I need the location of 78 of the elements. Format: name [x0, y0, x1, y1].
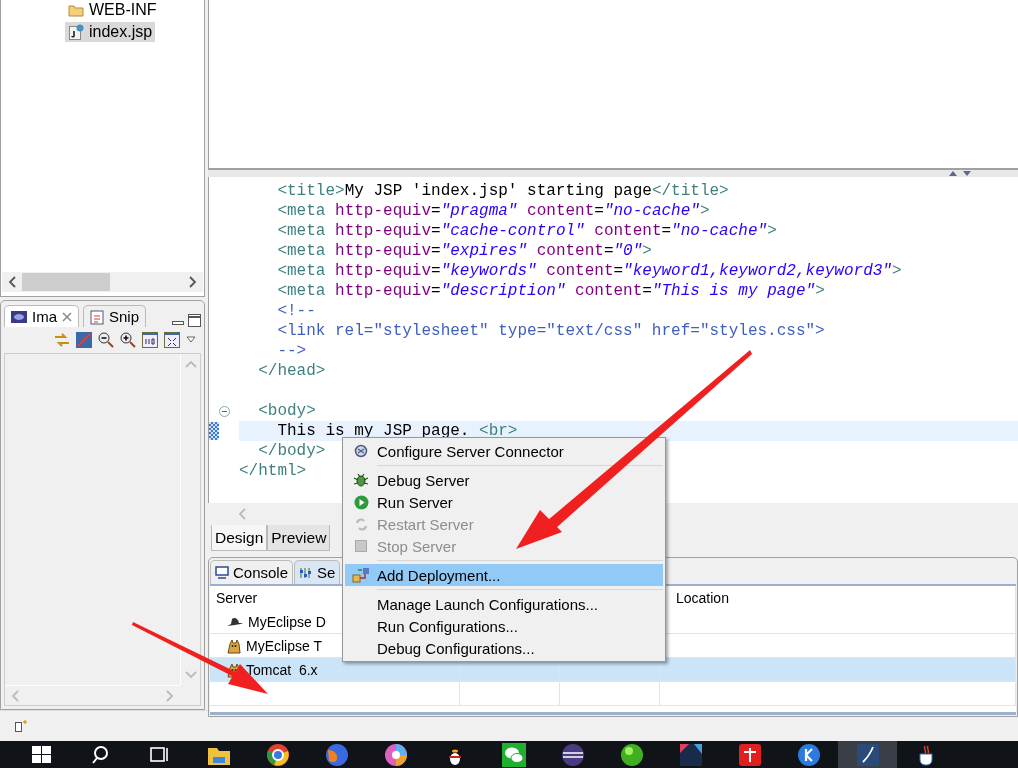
- chat-icon[interactable]: [501, 743, 526, 767]
- collapse-arrows-icon[interactable]: [948, 170, 974, 177]
- task-view-icon[interactable]: [149, 747, 168, 762]
- file-icon: [68, 24, 84, 40]
- bug-icon: [353, 472, 369, 488]
- change-marker: [209, 422, 219, 440]
- app-icon[interactable]: [856, 744, 879, 766]
- scroll-right-icon[interactable]: [189, 276, 197, 288]
- actual-size-icon[interactable]: [142, 332, 158, 348]
- code-line: -->: [276, 342, 307, 360]
- code-line: </html>: [239, 462, 307, 480]
- scrollbar-thumb[interactable]: [22, 273, 110, 291]
- scroll-left-icon[interactable]: [8, 276, 16, 288]
- code-line: <meta http-equiv="pragma" content="no-cache">: [276, 202, 710, 220]
- new-item-icon[interactable]: [14, 719, 28, 733]
- connector-icon: [354, 444, 368, 458]
- code-line: </body>: [257, 442, 326, 460]
- code-line: </head>: [257, 362, 326, 380]
- fit-window-icon[interactable]: [164, 332, 180, 348]
- code-line: <!--: [276, 302, 316, 320]
- menu-item[interactable]: Manage Launch Configurations...: [345, 593, 663, 615]
- hat-icon: [226, 615, 244, 628]
- collapse-icon[interactable]: [218, 405, 230, 417]
- minimize-icon[interactable]: [172, 319, 184, 327]
- server-row[interactable]: Tomcat 6.x: [210, 658, 1016, 682]
- deploy-icon: [352, 567, 370, 583]
- penguin-icon[interactable]: [447, 746, 462, 766]
- panel-tab[interactable]: Ima: [4, 305, 79, 327]
- menu-item[interactable]: Run Configurations...: [345, 615, 663, 637]
- stop-icon: [355, 540, 367, 552]
- code-line: <link rel="stylesheet" type="text/css" href="styles.css">: [276, 322, 825, 340]
- menu-item[interactable]: Debug Configurations...: [345, 637, 663, 659]
- code-line: <meta http-equiv="expires" content="0">: [276, 242, 652, 260]
- folder-icon: [68, 3, 84, 17]
- ball-icon[interactable]: [384, 744, 407, 766]
- monitor-icon: [215, 566, 229, 579]
- zoom-out-icon[interactable]: [98, 332, 114, 348]
- eye-icon: [11, 310, 27, 323]
- dropdown-icon[interactable]: [186, 336, 196, 344]
- eclipse-icon[interactable]: [561, 744, 584, 766]
- tree-item[interactable]: WEB-INF: [65, 0, 160, 20]
- cup-icon[interactable]: [919, 745, 932, 766]
- app-icon[interactable]: [679, 744, 702, 766]
- mode-tab[interactable]: Design: [211, 525, 268, 551]
- ball-icon[interactable]: [620, 744, 643, 766]
- menu-item[interactable]: Debug Server: [345, 469, 663, 491]
- panel-tab[interactable]: Snip: [83, 305, 147, 327]
- close-icon[interactable]: [62, 311, 72, 322]
- zoom-in-icon[interactable]: [120, 332, 136, 348]
- code-line: <meta http-equiv="cache-control" content="no-cache">: [276, 222, 777, 240]
- search-icon[interactable]: [91, 746, 108, 764]
- windows-icon[interactable]: [31, 746, 51, 763]
- table-cell: MyEclipse D: [248, 613, 326, 630]
- view-tab[interactable]: Se: [294, 560, 341, 584]
- code-line: <meta http-equiv="keywords" content="keyword1,keyword2,keyword3">: [276, 262, 902, 280]
- folder-icon[interactable]: [207, 748, 230, 765]
- column-header[interactable]: Server: [216, 590, 258, 606]
- mode-tab[interactable]: Preview: [267, 525, 331, 551]
- view-tab[interactable]: Console: [210, 560, 294, 584]
- cat-icon: [226, 637, 242, 654]
- play-icon: [353, 494, 369, 510]
- code-line: <title>My JSP 'index.jsp' starting page</title>: [276, 182, 729, 200]
- servers-icon: [299, 565, 314, 580]
- code-line: <meta http-equiv="description" content="This is my page">: [276, 282, 825, 300]
- maximize-icon[interactable]: [188, 314, 201, 327]
- restart-icon: [353, 516, 369, 532]
- table-cell: MyEclipse T: [246, 637, 322, 654]
- app-icon[interactable]: [738, 744, 761, 766]
- tree-item[interactable]: index.jsp: [65, 22, 156, 42]
- clipboard-icon: [90, 308, 104, 325]
- app-icon[interactable]: [797, 744, 820, 766]
- code-line: This is my JSP page. <br>: [276, 422, 518, 440]
- browser-icon[interactable]: [325, 744, 348, 766]
- browser-icon[interactable]: [266, 744, 289, 766]
- column-header[interactable]: Location: [676, 590, 729, 606]
- code-line: <body>: [257, 402, 316, 420]
- menu-item[interactable]: Add Deployment...: [345, 564, 663, 586]
- table-cell: Tomcat 6.x: [246, 661, 318, 678]
